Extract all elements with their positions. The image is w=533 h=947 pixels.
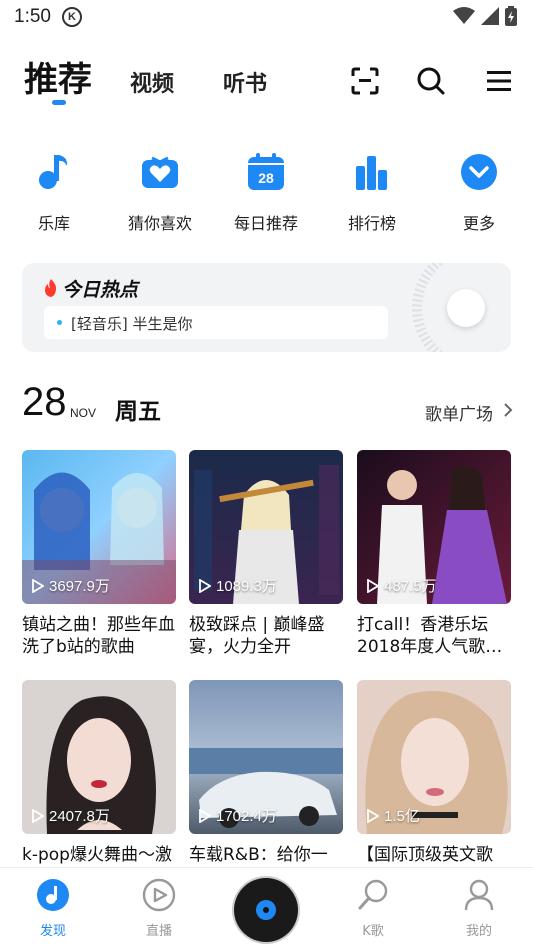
signal-icon xyxy=(481,7,499,25)
quick-nav-charts[interactable]: 排行榜 xyxy=(327,152,417,234)
tab-recommend[interactable]: 推荐 xyxy=(24,52,92,101)
top-header: 推荐 视频 听书 xyxy=(0,50,533,110)
quick-nav-guess-you-like[interactable]: 猜你喜欢 xyxy=(115,152,205,234)
play-icon xyxy=(199,808,211,823)
play-count-label: 1.5亿 xyxy=(384,808,420,825)
quick-nav-daily[interactable]: 28 每日推荐 xyxy=(221,152,311,234)
playlist-cover[interactable]: 487.5万 xyxy=(357,450,511,604)
play-icon xyxy=(32,578,44,593)
play-count-label: 3697.9万 xyxy=(49,578,110,595)
play-count-label: 487.5万 xyxy=(384,578,437,595)
wifi-icon xyxy=(453,7,475,24)
battery-icon xyxy=(505,6,517,26)
play-icon xyxy=(367,578,379,593)
menu-icon[interactable] xyxy=(484,66,514,96)
playlist-cover[interactable]: 1089.3万 xyxy=(189,450,343,604)
playlist-title[interactable]: 极致踩点 | 巅峰盛宴，火力全开 xyxy=(189,614,343,658)
status-icons xyxy=(453,6,517,26)
play-count-label: 1702.4万 xyxy=(216,808,277,825)
play-count: 1089.3万 xyxy=(199,575,277,596)
playlist-card[interactable]: 1.5亿 【国际顶级英文歌 xyxy=(357,680,511,888)
play-count: 1702.4万 xyxy=(199,805,277,826)
tab-video[interactable]: 视频 xyxy=(130,66,174,98)
playlist-cover[interactable]: 2407.8万 xyxy=(22,680,176,834)
quick-nav-label: 每日推荐 xyxy=(233,214,298,233)
heart-radio-icon xyxy=(142,156,178,188)
nav-live[interactable]: 直播 xyxy=(119,878,199,939)
hot-item[interactable]: [轻音乐] 半生是你 xyxy=(44,306,388,339)
hot-today-title: 今日热点 xyxy=(62,279,139,301)
play-count: 1.5亿 xyxy=(367,805,420,826)
playlist-cover[interactable]: 1.5亿 xyxy=(357,680,511,834)
quick-nav-library[interactable]: 乐库 xyxy=(9,152,99,234)
status-time: 1:50 xyxy=(14,6,51,27)
play-count-label: 1089.3万 xyxy=(216,578,277,595)
nav-karaoke[interactable]: K歌 xyxy=(333,878,413,939)
status-bar: 1:50 K xyxy=(0,0,533,36)
date-row: 28 NOV 周五 歌单广场 xyxy=(0,380,533,428)
profile-icon xyxy=(464,879,494,911)
nav-mine[interactable]: 我的 xyxy=(439,878,519,939)
calendar-icon: 28 xyxy=(248,153,284,190)
nav-discover[interactable]: 发现 xyxy=(13,878,93,939)
playlist-cover[interactable]: 1702.4万 xyxy=(189,680,343,834)
play-count: 487.5万 xyxy=(367,575,437,596)
quick-nav-label: 乐库 xyxy=(37,214,70,233)
play-icon xyxy=(367,808,379,823)
calendar-day: 28 xyxy=(258,170,274,186)
disc-hole xyxy=(263,907,269,913)
live-icon xyxy=(142,878,176,912)
date-month: NOV xyxy=(70,406,97,420)
active-tab-indicator xyxy=(52,100,66,105)
search-icon[interactable] xyxy=(416,66,446,96)
quick-nav-label: 更多 xyxy=(462,214,495,233)
playlist-card[interactable]: 1702.4万 车载R&B：给你一 xyxy=(189,680,343,888)
tab-audiobook[interactable]: 听书 xyxy=(223,66,267,98)
music-note-icon xyxy=(39,155,68,189)
hot-today-card[interactable]: 今日热点 [轻音乐] 半生是你 xyxy=(22,263,511,352)
playlist-card[interactable]: 3697.9万 镇站之曲！那些年血洗了b站的歌曲 xyxy=(22,450,176,658)
playlist-square-link[interactable]: 歌单广场 xyxy=(425,400,493,425)
scan-icon[interactable] xyxy=(350,66,380,96)
playlist-card[interactable]: 487.5万 打call！香港乐坛2018年度人气歌… xyxy=(357,450,511,658)
nav-label: K歌 xyxy=(362,924,384,939)
playlist-card[interactable]: 1089.3万 极致踩点 | 巅峰盛宴，火力全开 xyxy=(189,450,343,658)
playlist-card[interactable]: 2407.8万 k-pop爆火舞曲～激 xyxy=(22,680,176,888)
nav-label: 直播 xyxy=(145,924,172,939)
play-icon xyxy=(32,808,44,823)
play-icon xyxy=(199,578,211,593)
date-weekday: 周五 xyxy=(115,399,161,425)
nav-label: 发现 xyxy=(39,924,66,939)
play-count: 2407.8万 xyxy=(32,805,110,826)
date-day: 28 xyxy=(22,380,67,424)
flame-icon xyxy=(45,279,57,297)
quick-nav: 乐库 猜你喜欢 28 每日推荐 排行榜 更多 xyxy=(0,152,533,242)
play-count-label: 2407.8万 xyxy=(49,808,110,825)
quick-nav-label: 排行榜 xyxy=(347,214,396,233)
bullet-icon xyxy=(57,320,62,325)
nav-label: 我的 xyxy=(465,924,492,939)
chevron-right-icon[interactable] xyxy=(503,402,513,418)
quick-nav-label: 猜你喜欢 xyxy=(127,214,192,233)
hot-item-label: [轻音乐] 半生是你 xyxy=(71,315,193,333)
notification-badge: K xyxy=(62,7,82,27)
discover-icon xyxy=(37,879,69,911)
playlist-cover[interactable]: 3697.9万 xyxy=(22,450,176,604)
chevron-down-icon xyxy=(461,154,497,190)
playlist-title[interactable]: 打call！香港乐坛2018年度人气歌… xyxy=(357,614,511,658)
microphone-icon xyxy=(358,879,388,910)
dial-knob[interactable] xyxy=(447,289,485,327)
now-playing-disc[interactable] xyxy=(234,878,298,942)
quick-nav-more[interactable]: 更多 xyxy=(434,152,524,234)
play-count: 3697.9万 xyxy=(32,575,110,596)
chart-bars-icon xyxy=(356,156,387,190)
playlist-title[interactable]: 镇站之曲！那些年血洗了b站的歌曲 xyxy=(22,614,176,658)
